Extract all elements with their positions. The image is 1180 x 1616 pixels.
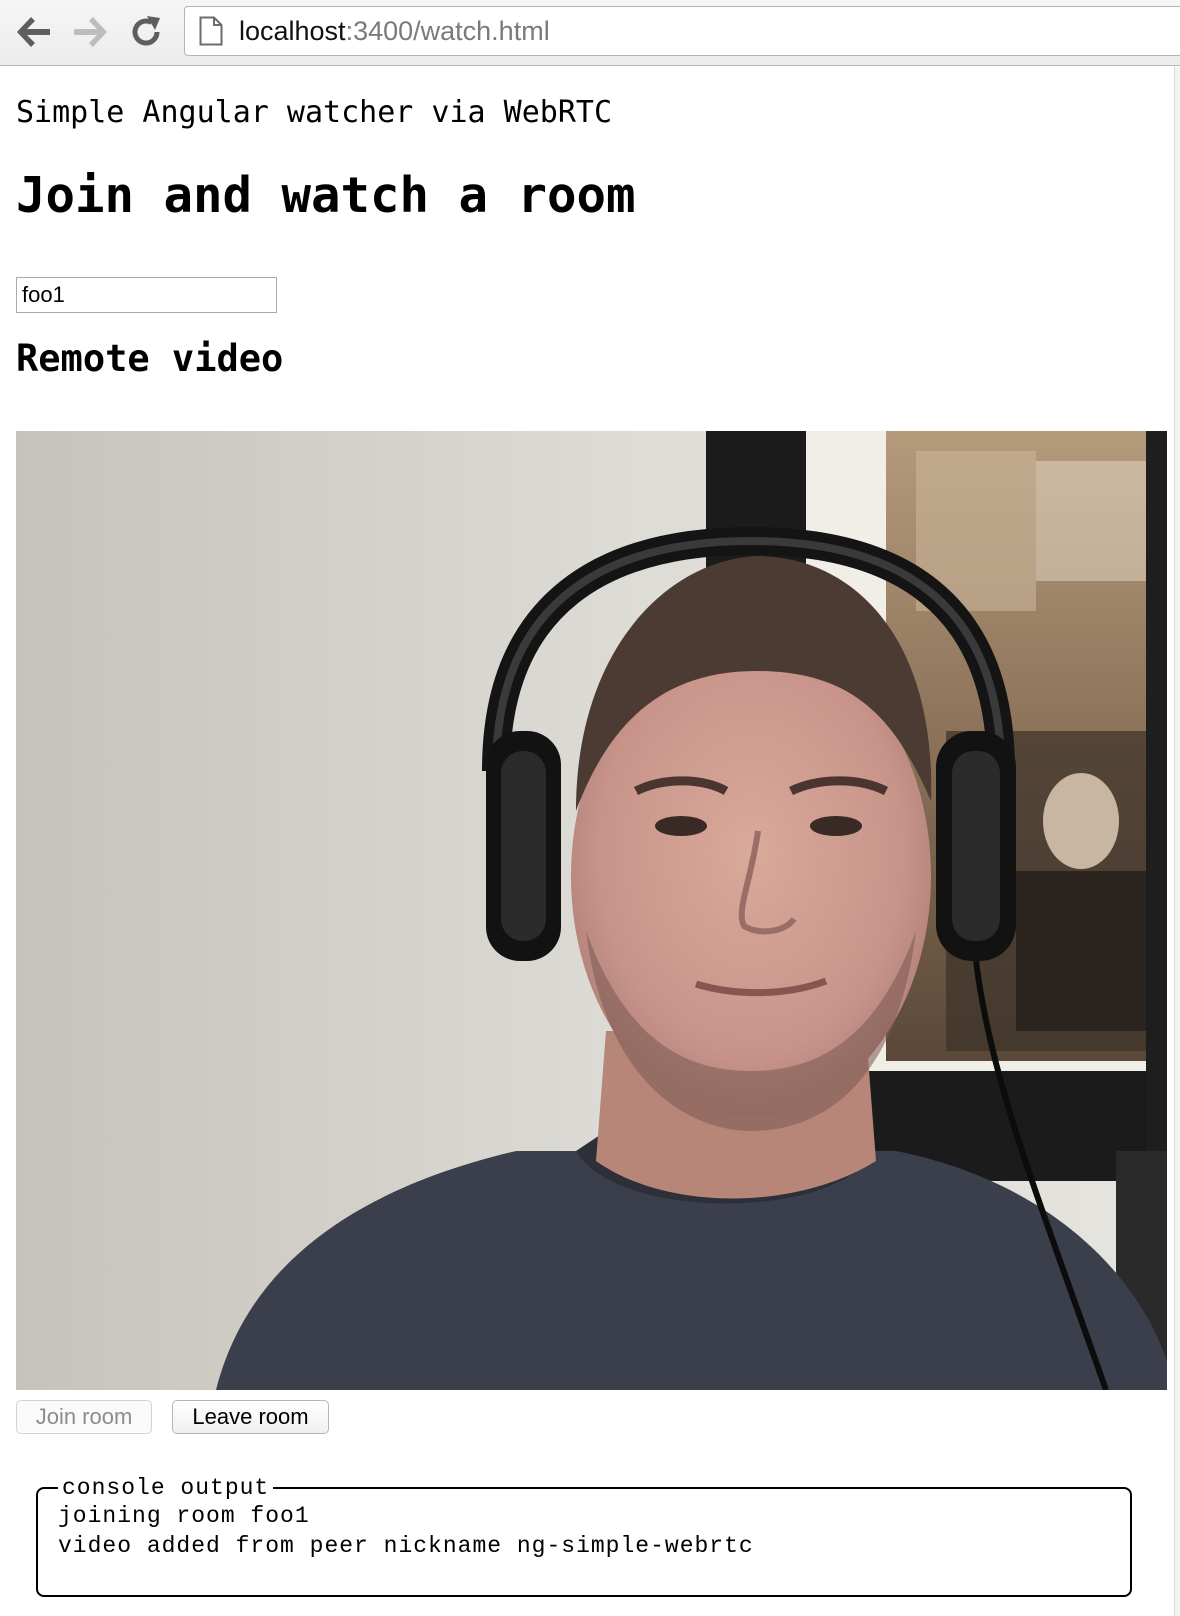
remote-video[interactable] — [16, 431, 1167, 1390]
forward-arrow-icon — [72, 16, 108, 48]
forward-button[interactable] — [70, 12, 110, 52]
remote-video-heading: Remote video — [16, 337, 284, 380]
back-button[interactable] — [14, 12, 54, 52]
leave-room-button[interactable]: Leave room — [172, 1400, 329, 1434]
reload-button[interactable] — [126, 12, 166, 52]
scrollbar[interactable] — [1174, 67, 1180, 1616]
page-title: Join and watch a room — [16, 167, 636, 224]
console-output: console output joining room foo1 video a… — [36, 1475, 1132, 1597]
console-line: joining room foo1 — [58, 1503, 310, 1529]
browser-toolbar: localhost:3400/watch.html — [0, 0, 1180, 66]
page-subtitle: Simple Angular watcher via WebRTC — [16, 95, 613, 130]
page-content: Simple Angular watcher via WebRTC Join a… — [0, 67, 1174, 1616]
back-arrow-icon — [16, 16, 52, 48]
room-name-input[interactable] — [16, 277, 277, 313]
reload-icon — [129, 15, 163, 49]
address-bar[interactable]: localhost:3400/watch.html — [184, 6, 1180, 56]
page-icon — [199, 16, 223, 46]
console-line: video added from peer nickname ng-simple… — [58, 1533, 754, 1559]
url-host: localhost — [239, 15, 346, 46]
join-room-button[interactable]: Join room — [16, 1400, 152, 1434]
url-path: :3400/watch.html — [345, 15, 550, 46]
console-legend: console output — [62, 1475, 270, 1501]
video-frame-image — [16, 431, 1167, 1390]
